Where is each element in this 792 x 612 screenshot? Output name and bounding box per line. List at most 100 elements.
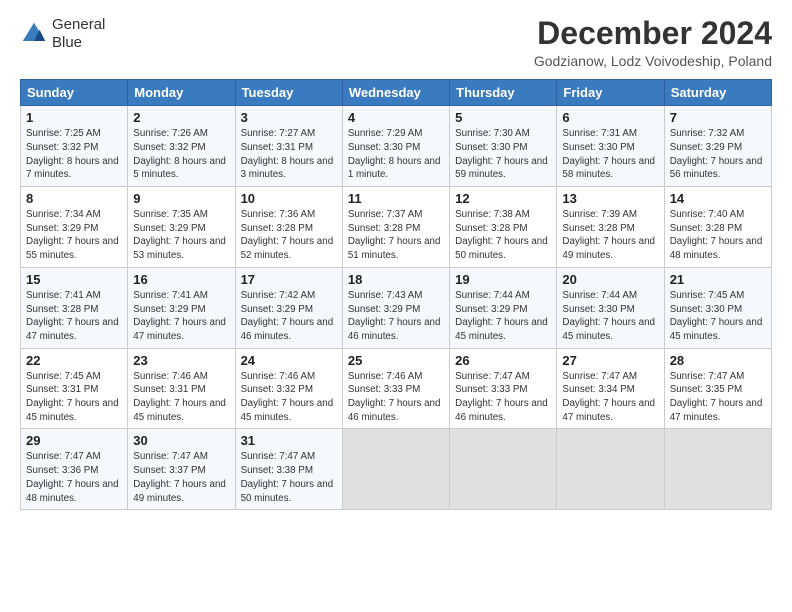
calendar-cell: 9 Sunrise: 7:35 AMSunset: 3:29 PMDayligh… (128, 187, 235, 268)
day-number: 22 (26, 353, 122, 368)
day-info: Sunrise: 7:40 AMSunset: 3:28 PMDaylight:… (670, 208, 766, 263)
day-info: Sunrise: 7:47 AMSunset: 3:36 PMDaylight:… (26, 450, 122, 505)
day-info: Sunrise: 7:41 AMSunset: 3:29 PMDaylight:… (133, 289, 229, 344)
day-info: Sunrise: 7:38 AMSunset: 3:28 PMDaylight:… (455, 208, 551, 263)
day-number: 29 (26, 433, 122, 448)
day-number: 10 (241, 191, 337, 206)
day-info: Sunrise: 7:41 AMSunset: 3:28 PMDaylight:… (26, 289, 122, 344)
day-number: 19 (455, 272, 551, 287)
day-number: 1 (26, 110, 122, 125)
week-row-1: 1 Sunrise: 7:25 AMSunset: 3:32 PMDayligh… (21, 106, 772, 187)
day-info: Sunrise: 7:35 AMSunset: 3:29 PMDaylight:… (133, 208, 229, 263)
day-number: 12 (455, 191, 551, 206)
day-number: 26 (455, 353, 551, 368)
calendar-cell: 18 Sunrise: 7:43 AMSunset: 3:29 PMDaylig… (342, 267, 449, 348)
day-number: 31 (241, 433, 337, 448)
calendar-cell: 19 Sunrise: 7:44 AMSunset: 3:29 PMDaylig… (450, 267, 557, 348)
day-info: Sunrise: 7:47 AMSunset: 3:33 PMDaylight:… (455, 370, 551, 425)
day-info: Sunrise: 7:30 AMSunset: 3:30 PMDaylight:… (455, 127, 551, 182)
day-info: Sunrise: 7:29 AMSunset: 3:30 PMDaylight:… (348, 127, 444, 182)
day-info: Sunrise: 7:47 AMSunset: 3:35 PMDaylight:… (670, 370, 766, 425)
day-number: 28 (670, 353, 766, 368)
day-info: Sunrise: 7:25 AMSunset: 3:32 PMDaylight:… (26, 127, 122, 182)
calendar-cell: 7 Sunrise: 7:32 AMSunset: 3:29 PMDayligh… (664, 106, 771, 187)
calendar-cell: 30 Sunrise: 7:47 AMSunset: 3:37 PMDaylig… (128, 429, 235, 510)
calendar-cell: 27 Sunrise: 7:47 AMSunset: 3:34 PMDaylig… (557, 348, 664, 429)
logo-text: General Blue (52, 16, 105, 52)
day-number: 18 (348, 272, 444, 287)
calendar-cell: 12 Sunrise: 7:38 AMSunset: 3:28 PMDaylig… (450, 187, 557, 268)
day-info: Sunrise: 7:43 AMSunset: 3:29 PMDaylight:… (348, 289, 444, 344)
weekday-header-sunday: Sunday (21, 80, 128, 106)
calendar-cell: 29 Sunrise: 7:47 AMSunset: 3:36 PMDaylig… (21, 429, 128, 510)
day-info: Sunrise: 7:46 AMSunset: 3:33 PMDaylight:… (348, 370, 444, 425)
calendar-cell: 1 Sunrise: 7:25 AMSunset: 3:32 PMDayligh… (21, 106, 128, 187)
day-info: Sunrise: 7:45 AMSunset: 3:31 PMDaylight:… (26, 370, 122, 425)
day-info: Sunrise: 7:42 AMSunset: 3:29 PMDaylight:… (241, 289, 337, 344)
calendar-cell: 17 Sunrise: 7:42 AMSunset: 3:29 PMDaylig… (235, 267, 342, 348)
week-row-2: 8 Sunrise: 7:34 AMSunset: 3:29 PMDayligh… (21, 187, 772, 268)
calendar-cell (342, 429, 449, 510)
subtitle: Godzianow, Lodz Voivodeship, Poland (534, 53, 772, 69)
week-row-4: 22 Sunrise: 7:45 AMSunset: 3:31 PMDaylig… (21, 348, 772, 429)
day-number: 21 (670, 272, 766, 287)
day-number: 30 (133, 433, 229, 448)
calendar-cell: 31 Sunrise: 7:47 AMSunset: 3:38 PMDaylig… (235, 429, 342, 510)
calendar-cell (664, 429, 771, 510)
weekday-header-monday: Monday (128, 80, 235, 106)
calendar-cell: 10 Sunrise: 7:36 AMSunset: 3:28 PMDaylig… (235, 187, 342, 268)
calendar-cell: 14 Sunrise: 7:40 AMSunset: 3:28 PMDaylig… (664, 187, 771, 268)
day-info: Sunrise: 7:37 AMSunset: 3:28 PMDaylight:… (348, 208, 444, 263)
calendar-cell: 20 Sunrise: 7:44 AMSunset: 3:30 PMDaylig… (557, 267, 664, 348)
page: General Blue December 2024 Godzianow, Lo… (0, 0, 792, 612)
day-number: 6 (562, 110, 658, 125)
day-info: Sunrise: 7:47 AMSunset: 3:37 PMDaylight:… (133, 450, 229, 505)
day-info: Sunrise: 7:46 AMSunset: 3:31 PMDaylight:… (133, 370, 229, 425)
day-number: 16 (133, 272, 229, 287)
calendar-cell: 11 Sunrise: 7:37 AMSunset: 3:28 PMDaylig… (342, 187, 449, 268)
calendar-cell: 24 Sunrise: 7:46 AMSunset: 3:32 PMDaylig… (235, 348, 342, 429)
calendar-cell: 8 Sunrise: 7:34 AMSunset: 3:29 PMDayligh… (21, 187, 128, 268)
day-number: 5 (455, 110, 551, 125)
weekday-header-thursday: Thursday (450, 80, 557, 106)
calendar-cell: 4 Sunrise: 7:29 AMSunset: 3:30 PMDayligh… (342, 106, 449, 187)
calendar-cell (450, 429, 557, 510)
day-info: Sunrise: 7:36 AMSunset: 3:28 PMDaylight:… (241, 208, 337, 263)
logo-icon (20, 20, 48, 48)
day-number: 25 (348, 353, 444, 368)
calendar-cell: 26 Sunrise: 7:47 AMSunset: 3:33 PMDaylig… (450, 348, 557, 429)
day-info: Sunrise: 7:45 AMSunset: 3:30 PMDaylight:… (670, 289, 766, 344)
day-number: 20 (562, 272, 658, 287)
day-number: 9 (133, 191, 229, 206)
calendar-cell: 15 Sunrise: 7:41 AMSunset: 3:28 PMDaylig… (21, 267, 128, 348)
day-info: Sunrise: 7:44 AMSunset: 3:29 PMDaylight:… (455, 289, 551, 344)
header: General Blue December 2024 Godzianow, Lo… (20, 16, 772, 69)
day-number: 14 (670, 191, 766, 206)
day-number: 7 (670, 110, 766, 125)
calendar: SundayMondayTuesdayWednesdayThursdayFrid… (20, 79, 772, 510)
day-number: 4 (348, 110, 444, 125)
day-number: 24 (241, 353, 337, 368)
logo: General Blue (20, 16, 105, 52)
week-row-3: 15 Sunrise: 7:41 AMSunset: 3:28 PMDaylig… (21, 267, 772, 348)
day-info: Sunrise: 7:27 AMSunset: 3:31 PMDaylight:… (241, 127, 337, 182)
day-number: 17 (241, 272, 337, 287)
day-number: 15 (26, 272, 122, 287)
day-info: Sunrise: 7:31 AMSunset: 3:30 PMDaylight:… (562, 127, 658, 182)
calendar-cell: 23 Sunrise: 7:46 AMSunset: 3:31 PMDaylig… (128, 348, 235, 429)
calendar-cell: 16 Sunrise: 7:41 AMSunset: 3:29 PMDaylig… (128, 267, 235, 348)
day-number: 11 (348, 191, 444, 206)
day-number: 23 (133, 353, 229, 368)
calendar-cell: 21 Sunrise: 7:45 AMSunset: 3:30 PMDaylig… (664, 267, 771, 348)
weekday-header-friday: Friday (557, 80, 664, 106)
calendar-cell: 28 Sunrise: 7:47 AMSunset: 3:35 PMDaylig… (664, 348, 771, 429)
day-info: Sunrise: 7:34 AMSunset: 3:29 PMDaylight:… (26, 208, 122, 263)
week-row-5: 29 Sunrise: 7:47 AMSunset: 3:36 PMDaylig… (21, 429, 772, 510)
calendar-cell: 2 Sunrise: 7:26 AMSunset: 3:32 PMDayligh… (128, 106, 235, 187)
day-info: Sunrise: 7:46 AMSunset: 3:32 PMDaylight:… (241, 370, 337, 425)
day-number: 8 (26, 191, 122, 206)
day-number: 13 (562, 191, 658, 206)
weekday-header-saturday: Saturday (664, 80, 771, 106)
main-title: December 2024 (534, 16, 772, 51)
day-info: Sunrise: 7:44 AMSunset: 3:30 PMDaylight:… (562, 289, 658, 344)
